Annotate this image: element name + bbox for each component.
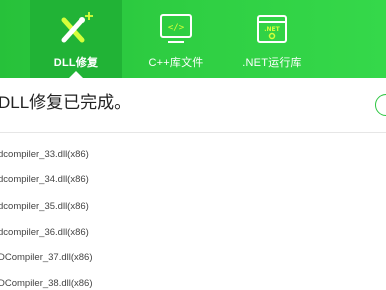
tools-icon: [56, 12, 96, 53]
repair-status-text: DLL修复已完成。: [0, 93, 132, 112]
file-list-item: dcompiler_36.dll(x86): [0, 227, 89, 238]
top-nav-bar: DLL修复 </> C++库文件 .NET .NET运行库: [0, 0, 386, 78]
tab-dotnet-runtime[interactable]: .NET .NET运行库: [226, 0, 318, 78]
file-list-item: dcompiler_34.dll(x86): [0, 174, 89, 185]
file-list-item: dcompiler_35.dll(x86): [0, 201, 89, 212]
svg-text:.NET: .NET: [264, 26, 280, 33]
file-list-item: dcompiler_33.dll(x86): [0, 149, 89, 160]
dotnet-icon: .NET: [254, 12, 290, 51]
file-list-item: DCompiler_38.dll(x86): [0, 278, 93, 289]
svg-text:</>: </>: [168, 23, 185, 33]
tab-dll-repair[interactable]: DLL修复: [30, 0, 122, 78]
tab-cpp-libraries-label: C++库文件: [148, 57, 204, 69]
file-list-item: DCompiler_37.dll(x86): [0, 252, 93, 263]
code-icon: </>: [158, 12, 194, 51]
tab-dll-repair-label: DLL修复: [53, 57, 99, 69]
tab-dotnet-runtime-label: .NET运行库: [242, 57, 302, 69]
tab-cpp-libraries[interactable]: </> C++库文件: [128, 0, 224, 78]
active-tab-indicator: [69, 71, 83, 78]
status-row: DLL修复已完成。: [0, 78, 386, 133]
